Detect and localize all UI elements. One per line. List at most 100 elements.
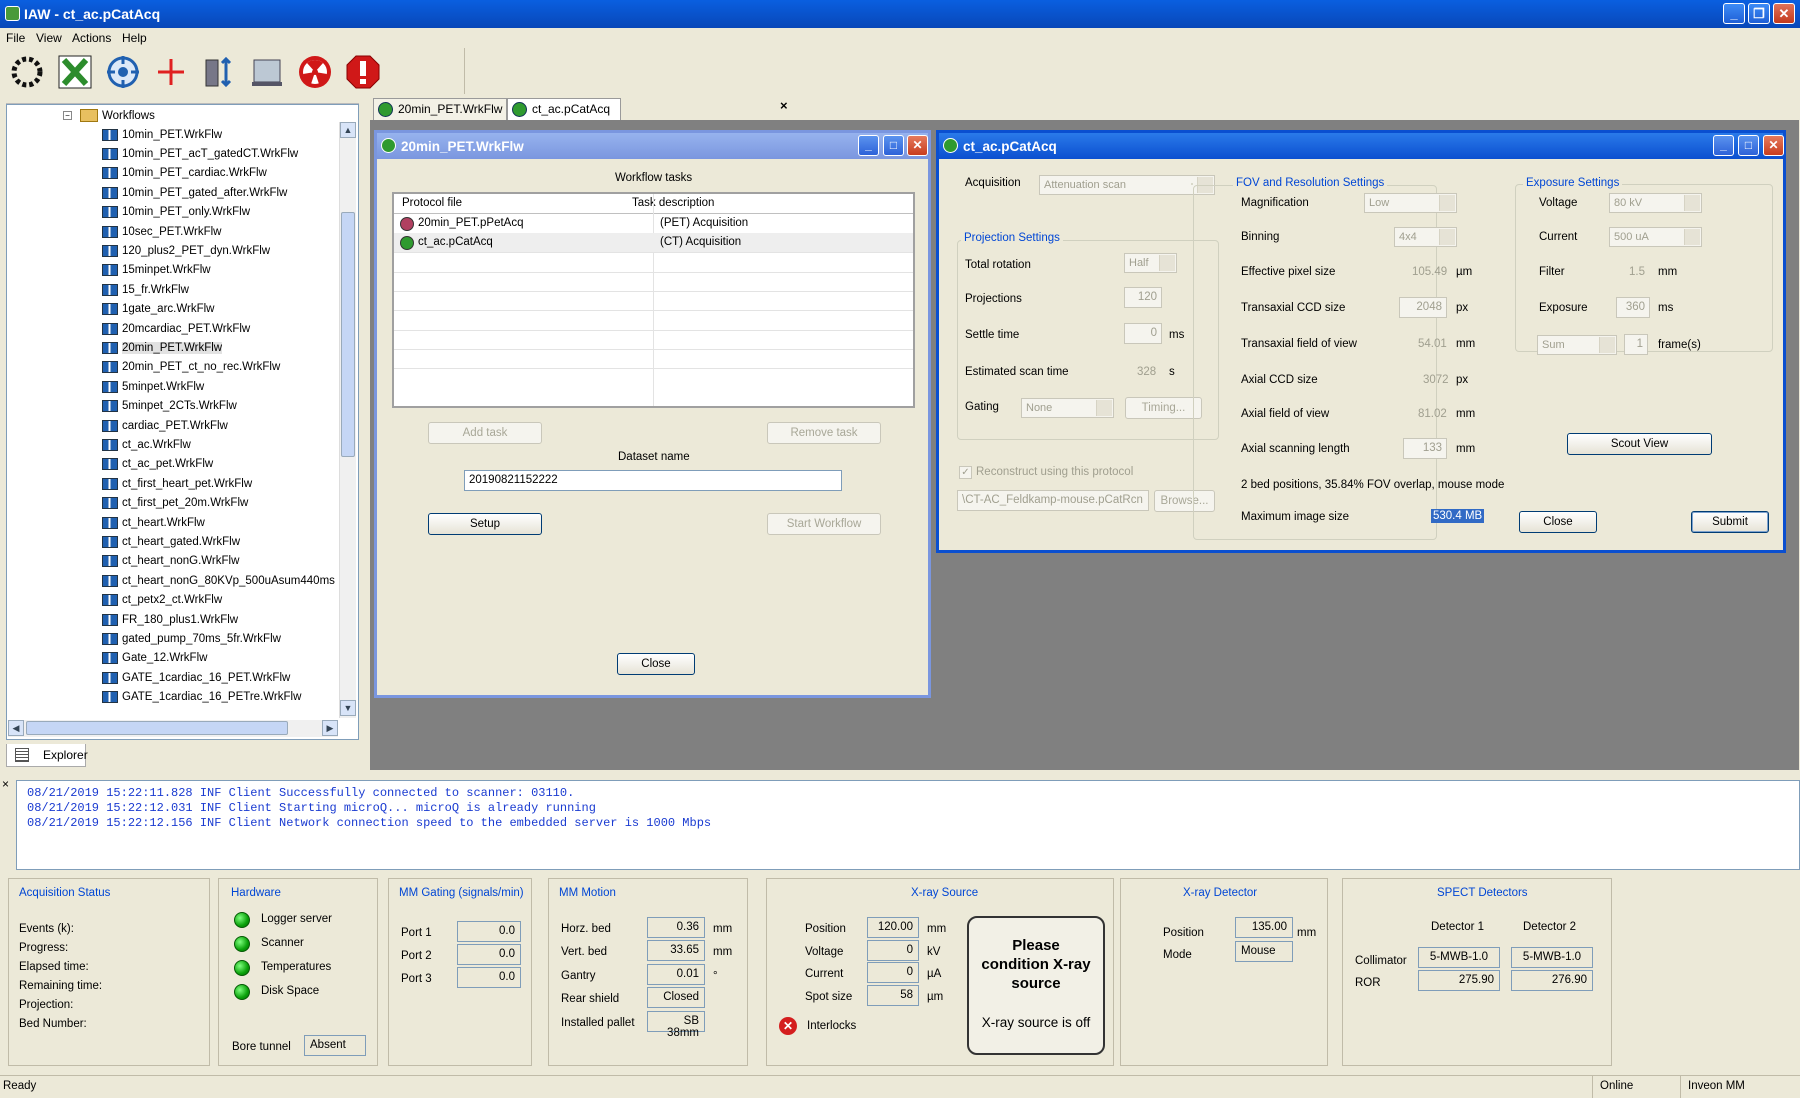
scroll-down-icon[interactable]: ▼	[340, 700, 356, 716]
tree-item[interactable]: 20min_PET.WrkFlw	[102, 338, 223, 357]
add-task-button[interactable]: Add task	[428, 422, 542, 444]
menu-view[interactable]: View	[36, 31, 62, 45]
scroll-thumb[interactable]	[341, 212, 355, 457]
mode-select[interactable]: Sum	[1537, 335, 1617, 355]
stop-icon[interactable]	[344, 54, 382, 90]
tree-item[interactable]: ct_petx2_ct.WrkFlw	[102, 591, 222, 610]
workflow-close-button[interactable]: Close	[617, 653, 695, 675]
tree-item[interactable]: ct_first_pet_20m.WrkFlw	[102, 494, 248, 513]
tree-item[interactable]: ct_heart_gated.WrkFlw	[102, 532, 240, 551]
tree-item[interactable]: Gate_12.WrkFlw	[102, 649, 207, 668]
collapse-icon[interactable]: −	[63, 111, 72, 120]
tree-item[interactable]: ct_heart.WrkFlw	[102, 513, 205, 532]
projections-field[interactable]: 120	[1124, 287, 1162, 308]
tree-item[interactable]: 10min_PET.WrkFlw	[102, 125, 222, 144]
close-window-button[interactable]: ✕	[1773, 3, 1795, 24]
tree-item[interactable]: 10min_PET_acT_gatedCT.WrkFlw	[102, 144, 298, 163]
scanner-icon[interactable]	[200, 54, 238, 90]
submit-button[interactable]: Submit	[1691, 511, 1769, 533]
minimize-button[interactable]: _	[1713, 135, 1734, 156]
setup-button[interactable]: Setup	[428, 513, 542, 535]
scroll-right-icon[interactable]: ▶	[322, 720, 338, 736]
binning-select[interactable]: 4x4	[1394, 227, 1457, 247]
close-button[interactable]: ✕	[1763, 135, 1784, 156]
model-status: Inveon MM	[1688, 1080, 1745, 1092]
trans-fov-label: Transaxial field of view	[1241, 338, 1357, 350]
minimize-button[interactable]: _	[1723, 3, 1745, 24]
current-select[interactable]: 500 uA	[1609, 227, 1702, 247]
tree-root[interactable]: − Workflows	[63, 109, 155, 122]
tree-item[interactable]: 5minpet_2CTs.WrkFlw	[102, 397, 237, 416]
tab-explorer[interactable]: Explorer	[6, 744, 88, 767]
maximize-button[interactable]: □	[1738, 135, 1759, 156]
x-icon[interactable]	[56, 54, 94, 90]
crosshair-icon[interactable]	[104, 54, 142, 90]
tree-item[interactable]: GATE_1cardiac_16_PET.WrkFlw	[102, 668, 290, 687]
tree-item[interactable]: 20min_PET_ct_no_rec.WrkFlw	[102, 358, 280, 377]
menu-file[interactable]: File	[6, 31, 25, 45]
radiation-icon[interactable]	[296, 54, 334, 90]
settle-time-field[interactable]: 0	[1124, 323, 1162, 344]
tab-20min-pet[interactable]: 20min_PET.WrkFlw	[373, 98, 507, 120]
tree-item[interactable]: gated_pump_70ms_5fr.WrkFlw	[102, 629, 281, 648]
tree-item[interactable]: 15_fr.WrkFlw	[102, 280, 189, 299]
tree-item[interactable]: FR_180_plus1.WrkFlw	[102, 610, 238, 629]
tree-item[interactable]: ct_ac.WrkFlw	[102, 435, 191, 454]
tree-item[interactable]: 15minpet.WrkFlw	[102, 261, 211, 280]
tree-item-label: 10min_PET.WrkFlw	[122, 128, 223, 141]
tree-item[interactable]: GATE_1cardiac_16_PETre.WrkFlw	[102, 688, 301, 707]
tree-item[interactable]: cardiac_PET.WrkFlw	[102, 416, 228, 435]
table-row[interactable]: 20min_PET.pPetAcq (PET) Acquisition	[394, 214, 913, 233]
explorer-hscrollbar[interactable]: ◀ ▶	[8, 720, 338, 737]
dotted-ring-icon[interactable]	[8, 54, 46, 90]
restore-button[interactable]: ❐	[1748, 3, 1770, 24]
ct-close-button[interactable]: Close	[1519, 511, 1597, 533]
tree-item[interactable]: 10min_PET_gated_after.WrkFlw	[102, 183, 287, 202]
tree-item[interactable]: 20mcardiac_PET.WrkFlw	[102, 319, 250, 338]
minimize-button[interactable]: _	[858, 135, 879, 156]
reconstruct-checkbox[interactable]: ✓	[959, 466, 972, 479]
dataset-name-input[interactable]: 20190821152222	[464, 470, 842, 491]
tab-ct-ac[interactable]: ct_ac.pCatAcq	[507, 98, 621, 120]
scout-view-button[interactable]: Scout View	[1567, 433, 1712, 455]
magnification-select[interactable]: Low	[1364, 193, 1457, 213]
tree-item[interactable]: 10sec_PET.WrkFlw	[102, 222, 221, 241]
table-row[interactable]: ct_ac.pCatAcq (CT) Acquisition	[394, 233, 913, 253]
voltage-select[interactable]: 80 kV	[1609, 193, 1702, 213]
scroll-up-icon[interactable]: ▲	[340, 122, 356, 138]
close-tab-icon[interactable]: ×	[780, 98, 788, 113]
axial-length-field[interactable]: 133	[1403, 438, 1447, 459]
menu-actions[interactable]: Actions	[72, 31, 111, 45]
tree-item[interactable]: 5minpet.WrkFlw	[102, 377, 204, 396]
maximize-button[interactable]: □	[883, 135, 904, 156]
column-task-description[interactable]: Task description	[632, 197, 714, 209]
tree-item[interactable]: ct_first_heart_pet.WrkFlw	[102, 474, 252, 493]
hscroll-thumb[interactable]	[26, 721, 288, 735]
acquisition-select[interactable]: Attenuation scan	[1039, 175, 1215, 195]
close-log-icon[interactable]: ×	[2, 778, 14, 790]
remove-task-button[interactable]: Remove task	[767, 422, 881, 444]
red-cross-icon[interactable]	[152, 54, 190, 90]
workflow-window: 20min_PET.WrkFlw _ □ ✕ Workflow tasks Pr…	[374, 130, 931, 698]
trans-ccd-field[interactable]: 2048	[1399, 297, 1447, 318]
close-button[interactable]: ✕	[907, 135, 928, 156]
tree-item[interactable]: 10min_PET_only.WrkFlw	[102, 203, 250, 222]
tree-item[interactable]: ct_ac_pet.WrkFlw	[102, 455, 213, 474]
tree-item[interactable]: ct_heart_nonG.WrkFlw	[102, 552, 239, 571]
exposure-field[interactable]: 360	[1616, 297, 1650, 318]
scroll-left-icon[interactable]: ◀	[8, 720, 24, 736]
menu-help[interactable]: Help	[122, 31, 147, 45]
frames-field[interactable]: 1	[1624, 334, 1648, 355]
gating-panel: MM Gating (signals/min) Port 1 0.0 Port …	[388, 878, 532, 1066]
monitor-icon[interactable]	[248, 54, 286, 90]
total-rotation-select[interactable]: Half	[1124, 253, 1177, 273]
tree-item[interactable]: 120_plus2_PET_dyn.WrkFlw	[102, 241, 270, 260]
explorer-vscrollbar[interactable]: ▲ ▼	[339, 122, 356, 718]
tree-item[interactable]: ct_heart_nonG_80KVp_500uAsum440ms	[102, 571, 335, 590]
tree-item[interactable]: 10min_PET_cardiac.WrkFlw	[102, 164, 267, 183]
column-protocol-file[interactable]: Protocol file	[402, 197, 462, 209]
tree-item[interactable]: 1gate_arc.WrkFlw	[102, 300, 214, 319]
gating-select[interactable]: None	[1021, 398, 1114, 418]
recon-file-field[interactable]: \CT-AC_Feldkamp-mouse.pCatRcn	[957, 490, 1149, 511]
start-workflow-button[interactable]: Start Workflow	[767, 513, 881, 535]
